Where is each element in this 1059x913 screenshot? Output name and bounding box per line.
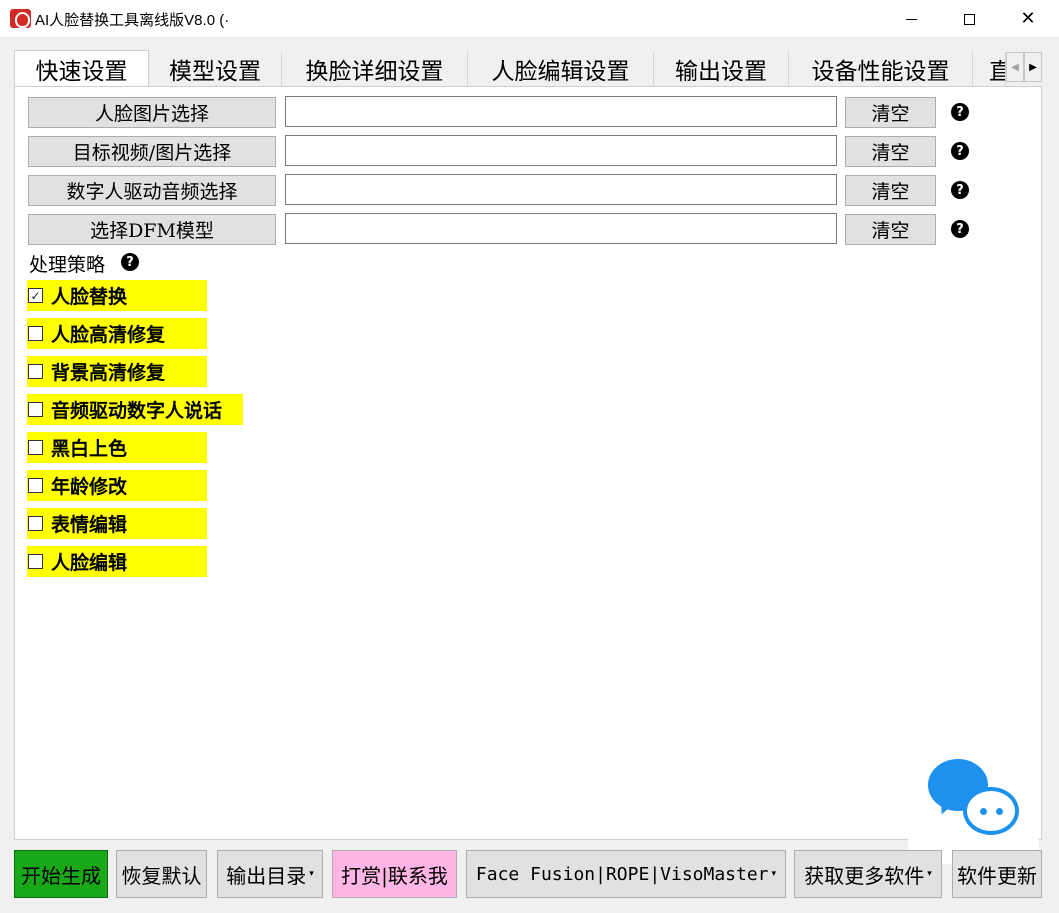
select-target-video-button[interactable]: 目标视频/图片选择 — [28, 136, 276, 167]
start-generate-button[interactable]: 开始生成 — [14, 850, 108, 898]
close-icon: ✕ — [1020, 8, 1036, 29]
donate-contact-button[interactable]: 打赏|联系我 — [332, 850, 457, 898]
title-bar: AI人脸替换工具离线版V8.0 (· ✕ — [0, 0, 1059, 38]
checkbox-background-restore[interactable] — [28, 364, 43, 379]
tab-scroll-arrows: ◀ ▶ — [1006, 52, 1042, 82]
face-fusion-menu-button[interactable]: Face Fusion|ROPE|VisoMaster ▾ — [466, 850, 786, 898]
question-circle-icon[interactable]: ? — [951, 181, 969, 199]
clear-face-image-button[interactable]: 清空 — [845, 97, 936, 128]
option-label: 人脸替换 — [51, 286, 128, 308]
face-image-path-input[interactable] — [285, 96, 837, 127]
tab-strip: 快速设置 模型设置 换脸详细设置 人脸编辑设置 输出设置 设备性能设置 直 ◀ … — [14, 50, 1042, 86]
option-label: 表情编辑 — [51, 514, 128, 536]
checkbox-audio-driven-avatar[interactable] — [28, 402, 43, 417]
app-logo-icon — [10, 9, 31, 28]
option-label: 年龄修改 — [51, 476, 128, 498]
question-circle-icon[interactable]: ? — [951, 103, 969, 121]
clear-target-video-button[interactable]: 清空 — [845, 136, 936, 167]
restore-defaults-button[interactable]: 恢复默认 — [116, 850, 207, 898]
question-circle-icon[interactable]: ? — [121, 253, 139, 271]
tab-swap-detail-settings[interactable]: 换脸详细设置 — [282, 52, 468, 86]
window-title: AI人脸替换工具离线版V8.0 (· — [35, 12, 230, 29]
tab-scroll-right-button[interactable]: ▶ — [1024, 52, 1042, 82]
output-directory-button[interactable]: 输出目录 ▾ — [217, 850, 323, 898]
quick-settings-panel: 人脸图片选择 清空 ? 目标视频/图片选择 清空 ? 数字人驱动音频选择 清空 … — [14, 86, 1042, 840]
select-face-image-button[interactable]: 人脸图片选择 — [28, 97, 276, 128]
tab-truncated[interactable]: 直 — [973, 52, 1006, 86]
select-driver-audio-button[interactable]: 数字人驱动音频选择 — [28, 175, 276, 206]
option-label: 音频驱动数字人说话 — [51, 400, 223, 422]
chevron-down-icon: ▾ — [309, 869, 314, 879]
chevron-down-icon: ▾ — [771, 869, 777, 879]
close-button[interactable]: ✕ — [998, 0, 1058, 38]
option-label: 人脸高清修复 — [51, 324, 166, 346]
checkbox-expression-edit[interactable] — [28, 516, 43, 531]
option-face-edit[interactable]: 人脸编辑 — [27, 546, 207, 577]
get-more-software-button[interactable]: 获取更多软件 ▾ — [794, 850, 942, 898]
tab-scroll-left-button[interactable]: ◀ — [1006, 52, 1024, 82]
minimize-button[interactable] — [881, 0, 941, 38]
tab-quick-settings[interactable]: 快速设置 — [14, 50, 149, 86]
software-update-button[interactable]: 软件更新 — [952, 850, 1042, 898]
clear-driver-audio-button[interactable]: 清空 — [845, 175, 936, 206]
minimize-icon — [905, 18, 917, 20]
checkbox-age-edit[interactable] — [28, 478, 43, 493]
face-fusion-label: Face Fusion|ROPE|VisoMaster — [475, 863, 769, 885]
option-label: 背景高清修复 — [51, 362, 166, 384]
option-audio-driven-avatar[interactable]: 音频驱动数字人说话 — [27, 394, 243, 425]
output-directory-label: 输出目录 — [226, 863, 307, 888]
chat-bubble-front — [963, 787, 1019, 835]
option-face-swap[interactable]: ✓ 人脸替换 — [27, 280, 207, 311]
option-label: 人脸编辑 — [51, 552, 128, 574]
question-circle-icon[interactable]: ? — [951, 220, 969, 238]
chevron-down-icon: ▾ — [927, 869, 932, 879]
maximize-icon — [963, 13, 975, 25]
tab-model-settings[interactable]: 模型设置 — [149, 52, 282, 86]
target-video-path-input[interactable] — [285, 135, 837, 166]
checkbox-face-edit[interactable] — [28, 554, 43, 569]
option-label: 黑白上色 — [51, 438, 128, 460]
get-more-software-label: 获取更多软件 — [804, 863, 925, 888]
checkbox-face-swap[interactable]: ✓ — [28, 288, 43, 303]
wechat-chat-icon[interactable] — [908, 742, 1039, 864]
checkbox-face-restore[interactable] — [28, 326, 43, 341]
tab-output-settings[interactable]: 输出设置 — [654, 52, 789, 86]
question-circle-icon[interactable]: ? — [951, 142, 969, 160]
option-face-restore[interactable]: 人脸高清修复 — [27, 318, 207, 349]
option-expression-edit[interactable]: 表情编辑 — [27, 508, 207, 539]
option-background-restore[interactable]: 背景高清修复 — [27, 356, 207, 387]
driver-audio-path-input[interactable] — [285, 174, 837, 205]
option-age-edit[interactable]: 年龄修改 — [27, 470, 207, 501]
dfm-model-path-input[interactable] — [285, 213, 837, 244]
clear-dfm-model-button[interactable]: 清空 — [845, 214, 936, 245]
option-colorize[interactable]: 黑白上色 — [27, 432, 207, 463]
maximize-button[interactable] — [939, 0, 999, 38]
select-dfm-model-button[interactable]: 选择DFM模型 — [28, 214, 276, 245]
tab-device-performance-settings[interactable]: 设备性能设置 — [789, 52, 973, 86]
strategy-label: 处理策略 — [29, 254, 106, 276]
checkbox-colorize[interactable] — [28, 440, 43, 455]
tab-face-edit-settings[interactable]: 人脸编辑设置 — [468, 52, 654, 86]
